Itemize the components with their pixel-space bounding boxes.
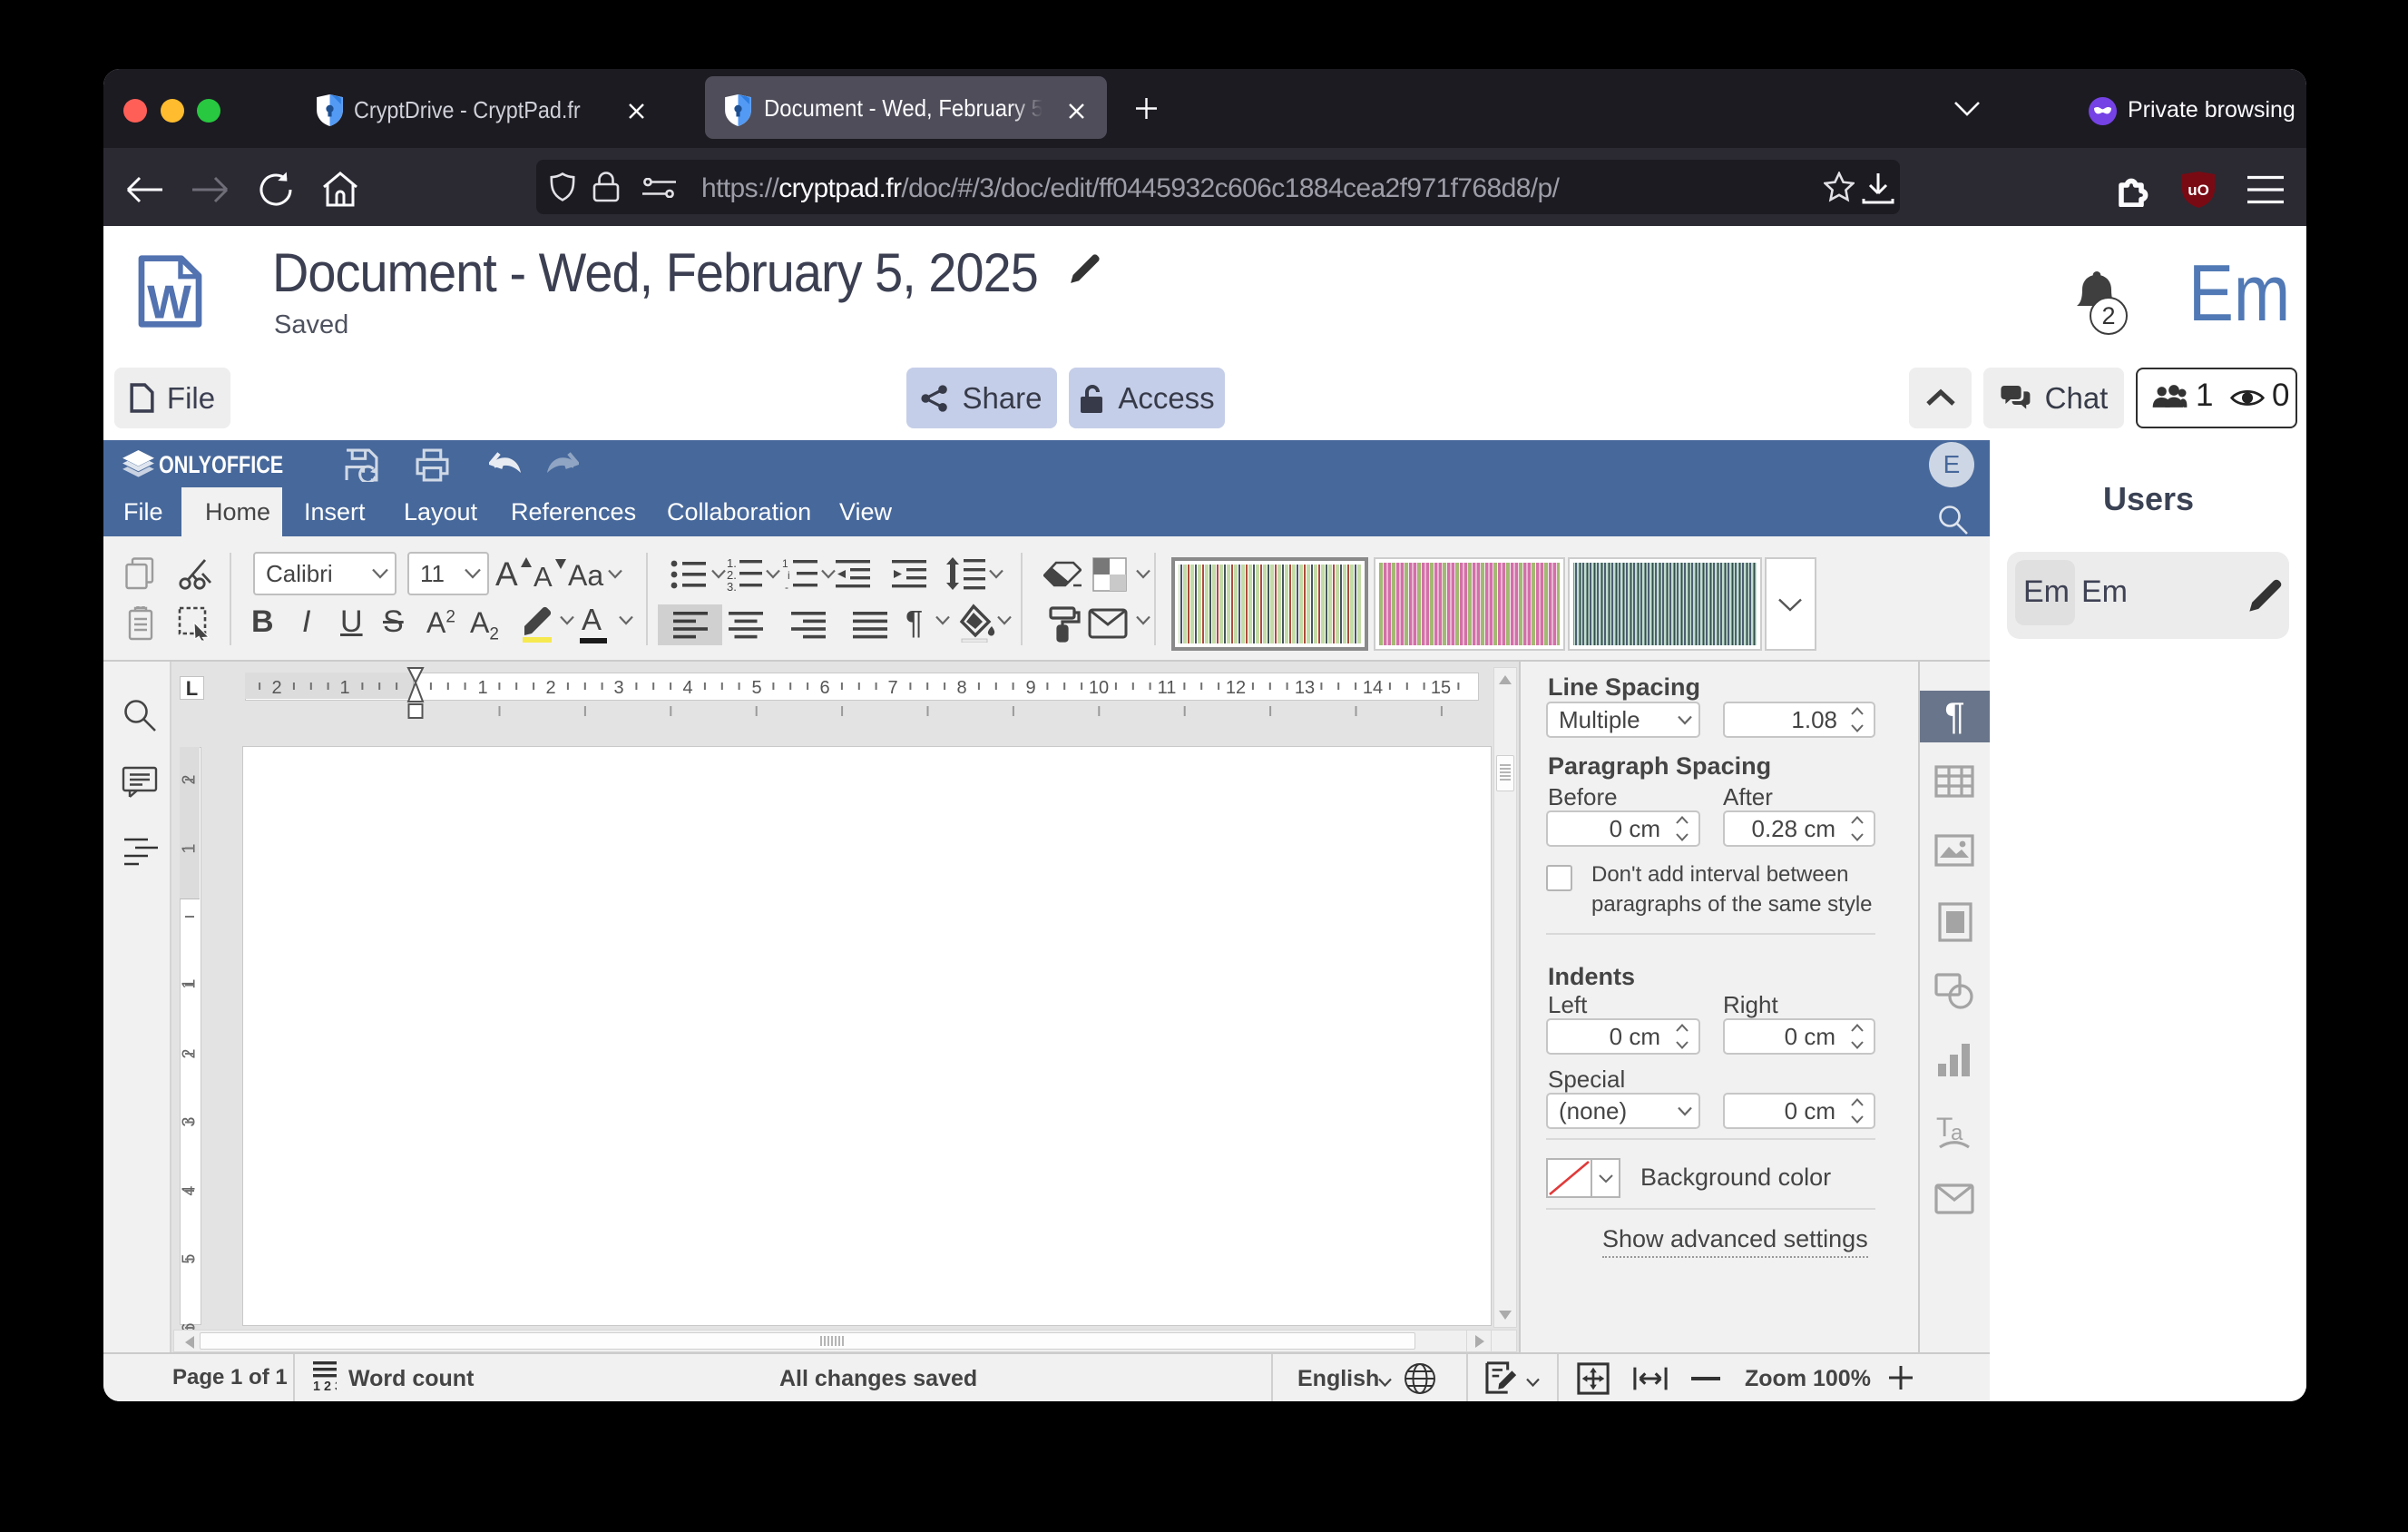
svg-text:uO: uO: [2188, 182, 2209, 199]
svg-text:12: 12: [1226, 678, 1246, 698]
svg-text:-: -: [785, 581, 788, 592]
svg-text:4: 4: [682, 678, 692, 698]
svg-text:1: 1: [782, 557, 788, 570]
svg-text:i: i: [788, 569, 790, 582]
svg-text:11: 11: [1158, 678, 1177, 698]
svg-text:3: 3: [613, 678, 623, 698]
svg-text:2: 2: [545, 678, 555, 698]
svg-text:14: 14: [1363, 678, 1383, 698]
svg-text:7: 7: [887, 678, 897, 698]
svg-text:1: 1: [339, 678, 349, 698]
svg-text:1 2 3: 1 2 3: [313, 1380, 337, 1392]
svg-text:8: 8: [956, 678, 966, 698]
svg-text:6: 6: [819, 678, 829, 698]
svg-text:1: 1: [180, 978, 199, 988]
svg-text:5: 5: [751, 678, 761, 698]
svg-text:W: W: [147, 276, 191, 329]
svg-text:9: 9: [1025, 678, 1035, 698]
svg-text:1: 1: [477, 678, 487, 698]
svg-text:10: 10: [1089, 678, 1109, 698]
svg-text:13: 13: [1295, 678, 1315, 698]
svg-text:2: 2: [271, 678, 281, 698]
svg-text:3.: 3.: [727, 580, 737, 592]
svg-text:15: 15: [1431, 678, 1451, 698]
